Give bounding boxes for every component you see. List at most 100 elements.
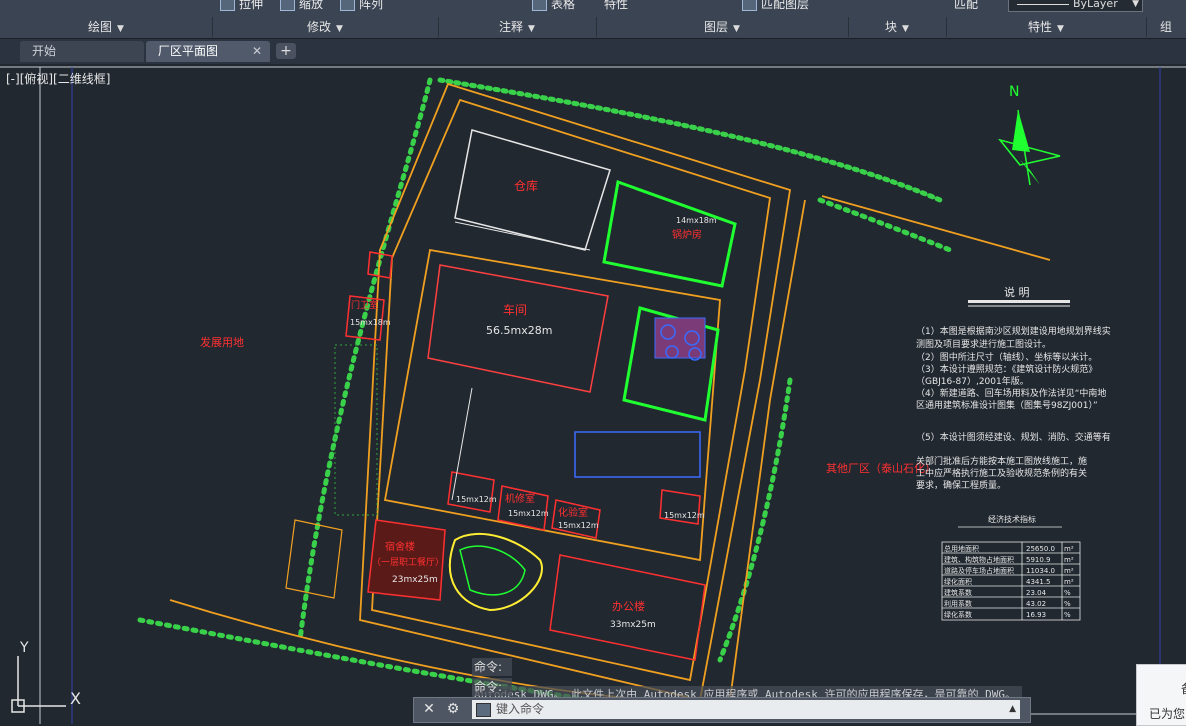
scale-icon [280, 0, 295, 11]
tab-start[interactable]: 开始 [20, 41, 144, 62]
command-prompt-line: 命令: [472, 658, 512, 676]
indicator-label: 建筑系数 [944, 588, 972, 597]
close-icon[interactable]: ✕ [420, 700, 438, 718]
indicator-unit: m² [1064, 567, 1074, 575]
notification-popup[interactable]: 备 已为您 [1136, 664, 1186, 726]
panel-block[interactable]: 块 ▼ [848, 17, 947, 37]
lab-room-label: 化验室 [558, 506, 588, 519]
boiler-room-label: 锅炉房 [672, 228, 702, 241]
north-label: N [1009, 84, 1019, 100]
indicator-label: 总用地面积 [944, 544, 979, 553]
panel-properties[interactable]: 特性 ▼ [946, 17, 1147, 37]
basketball-court [285, 519, 343, 599]
workshop-label: 车间 [503, 302, 527, 317]
note-line: （4）新建道路、回车场用料及作法详见“中南地 [916, 387, 1106, 399]
chevron-down-icon: ▼ [1057, 24, 1064, 34]
indicator-label: 建筑、构筑物占地面积 [944, 555, 1014, 564]
scale-tool[interactable]: 缩放 [280, 0, 323, 12]
wrench-icon[interactable]: ⚙ [444, 700, 462, 718]
command-prompt-icon [476, 703, 491, 717]
panel-annotation[interactable]: 注释 ▼ [438, 17, 597, 37]
boiler-room-size: 14mx18m [676, 216, 717, 225]
indicator-value: 5910.9 [1026, 556, 1051, 564]
workshop-size: 56.5mx28m [486, 324, 552, 337]
left-area-label: 发展用地 [200, 335, 244, 349]
note-line: 工中应严格执行施工及验收规范条例的有关 [916, 467, 1087, 479]
indicator-unit: % [1064, 611, 1071, 619]
garden [449, 532, 543, 612]
ribbon: 拉伸 缩放 阵列 表格 特性 匹配图层 匹配 ByLayer ▼ 绘图 ▼ 修改 ▼ … [0, 0, 1186, 39]
note-line: （2）图中所注尺寸（轴线）、坐标等以米计。 [916, 351, 1097, 363]
array-icon [340, 0, 355, 11]
command-input[interactable]: 键入命令 ▲ [472, 700, 1020, 719]
green-zone-1 [602, 179, 737, 288]
panel-draw[interactable]: 绘图 ▼ [0, 17, 213, 37]
chevron-down-icon: ▼ [733, 24, 740, 34]
guard-room-size: 15mx18m [350, 318, 391, 327]
indicator-value: 25650.0 [1026, 545, 1055, 553]
indicator-label: 绿化面积 [944, 577, 972, 586]
office-label: 办公楼 [612, 599, 645, 613]
note-line: （GBJ16-87）,2001年版。 [916, 375, 1029, 387]
warehouse-label: 仓库 [514, 178, 538, 193]
ucs-icon [11, 656, 66, 713]
note-line: （5）本设计图须经建设、规划、消防、交通等有 [916, 431, 1111, 443]
stretch-tool[interactable]: 拉伸 [220, 0, 263, 12]
linetype-dropdown[interactable]: ByLayer ▼ [1008, 0, 1143, 12]
indicator-unit: m² [1064, 545, 1074, 553]
match-layer-tool[interactable]: 匹配图层 [742, 0, 809, 12]
file-tabs: 开始 厂区平面图 ✕ + [0, 39, 1186, 64]
command-prompt-line: 命令: [472, 678, 512, 696]
indicator-value: 11034.0 [1026, 567, 1055, 575]
chevron-down-icon: ▼ [117, 24, 124, 34]
drawing-canvas[interactable]: [-][俯视][二维线框] N 发展用地 其他厂区（泰山石化） 仓库 车间 56… [0, 64, 1186, 724]
panel-layers[interactable]: 图层 ▼ [596, 17, 849, 37]
chevron-down-icon: ▼ [336, 24, 343, 34]
building-size-a: 15mx12m [456, 495, 497, 504]
guard-room-label: 门卫室 [351, 299, 378, 311]
indicator-value: 16.93 [1026, 611, 1046, 619]
note-line: 区通用建筑标准设计图集（图集号98ZJ001）” [916, 399, 1098, 411]
indicator-value: 43.02 [1026, 600, 1046, 608]
indicator-unit: % [1064, 600, 1071, 608]
indicator-unit: % [1064, 589, 1071, 597]
indicator-label: 道路及停车场占地面积 [944, 566, 1014, 575]
indicators-title: 经济技术指标 [988, 514, 1036, 524]
indicator-value: 23.04 [1026, 589, 1047, 597]
tank-block [654, 317, 706, 359]
match-layer-icon [742, 0, 757, 11]
table-icon [532, 0, 547, 11]
match-properties-tool[interactable]: 匹配 [954, 0, 978, 12]
lab-room-size: 15mx12m [558, 521, 599, 530]
notes-lines: （1）本图是根据南沙区规划建设用地规划界线实 测图及项目要求进行施工图设计。 （… [916, 325, 1111, 491]
note-line: （3）本设计遵照规范：《建筑设计防火规范》 [916, 363, 1097, 375]
new-tab-button[interactable]: + [276, 43, 296, 59]
chevron-down-icon: ▼ [528, 24, 535, 34]
ucs-x-label: X [70, 689, 81, 708]
ribbon-tool-row: 拉伸 缩放 阵列 表格 特性 匹配图层 匹配 ByLayer ▼ [0, 0, 1186, 18]
viewport-label[interactable]: [-][俯视][二维线框] [6, 71, 110, 86]
ucs-y-label: Y [19, 640, 29, 656]
north-arrow-icon [997, 109, 1061, 186]
note-line: 测图及项目要求进行施工图设计。 [916, 338, 1051, 350]
table-tool[interactable]: 表格 [532, 0, 575, 12]
panel-modify[interactable]: 修改 ▼ [212, 17, 439, 37]
properties-label[interactable]: 特性 [604, 0, 628, 12]
chevron-up-icon[interactable]: ▲ [1009, 700, 1016, 719]
array-tool[interactable]: 阵列 [340, 0, 383, 12]
indicator-label: 利用系数 [944, 599, 972, 608]
trees-top [137, 77, 953, 715]
command-bar: ✕ ⚙ 键入命令 ▲ [413, 697, 1031, 723]
indicator-unit: m² [1064, 556, 1074, 564]
lab-area [574, 431, 701, 478]
close-icon[interactable]: ✕ [252, 41, 262, 62]
repair-room-size: 15mx12m [508, 509, 549, 518]
indicator-value: 4341.5 [1026, 578, 1051, 586]
note-line: 关部门批准后方能按本施工图放线施工，施 [916, 455, 1087, 467]
tab-site-plan[interactable]: 厂区平面图 ✕ [146, 41, 270, 62]
site-plan-drawing: [-][俯视][二维线框] N 发展用地 其他厂区（泰山石化） 仓库 车间 56… [0, 66, 1186, 724]
chevron-down-icon: ▼ [1132, 0, 1139, 9]
indicator-unit: m² [1064, 578, 1074, 586]
dormitory-label: 宿舍楼 [385, 540, 415, 553]
panel-group[interactable]: 组 [1146, 17, 1186, 37]
